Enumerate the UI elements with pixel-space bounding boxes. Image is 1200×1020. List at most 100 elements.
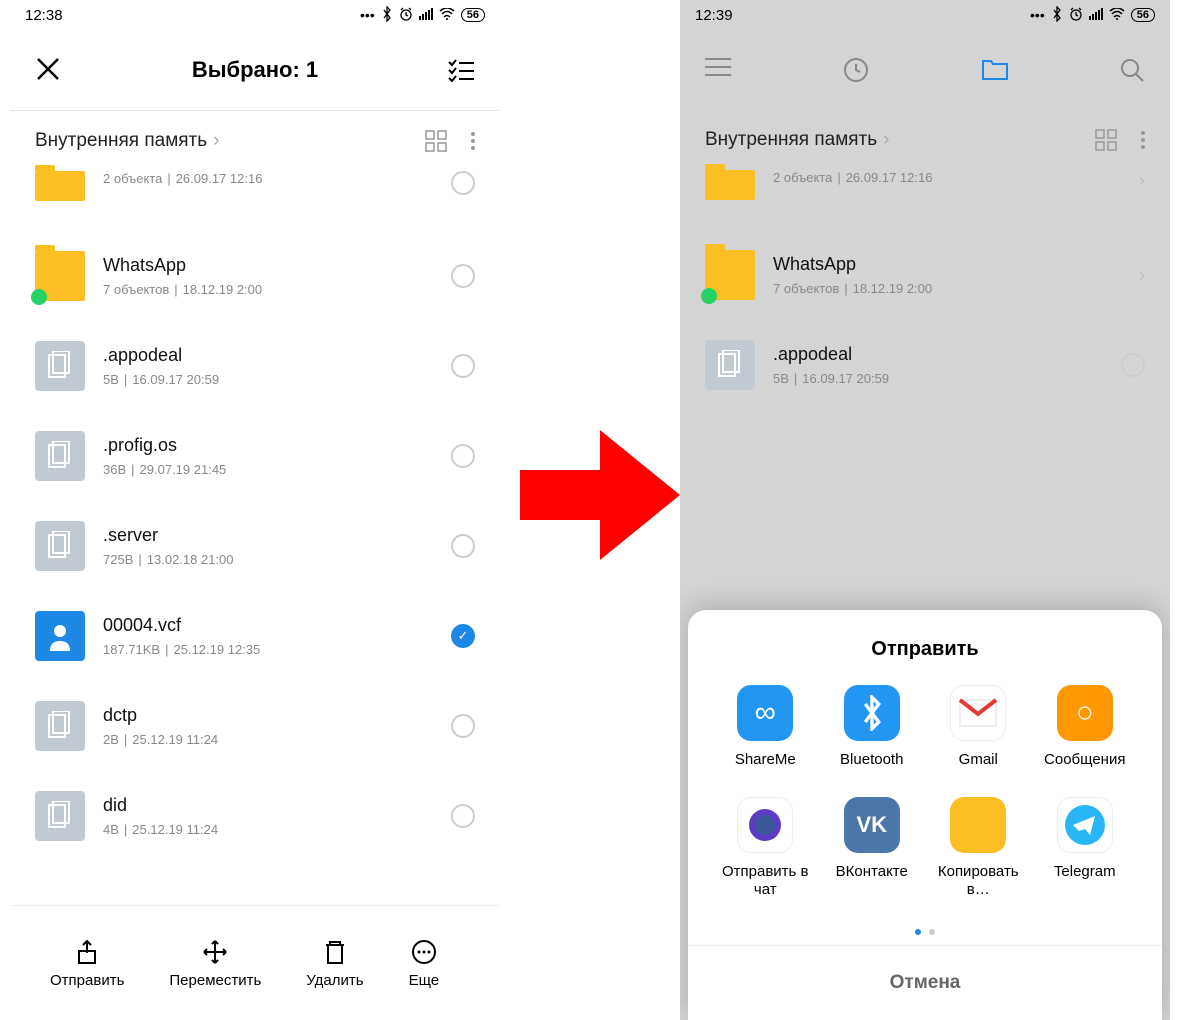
page-indicator: [688, 919, 1162, 945]
chevron-right-icon: ›: [883, 129, 889, 151]
file-name: did: [103, 795, 433, 816]
wifi-icon: [439, 7, 455, 23]
file-info: .server725B|13.02.18 21:00: [103, 525, 433, 567]
share-app[interactable]: ∞ShareMe: [712, 685, 819, 769]
file-info: .appodeal 5B|16.09.17 20:59: [103, 345, 433, 387]
file-info: .appodeal5B|16.09.17 20:59: [773, 344, 1103, 386]
file-meta: 7 объектов|18.12.19 2:00: [773, 281, 1121, 296]
file-row[interactable]: dctp 2B|25.12.19 11:24: [10, 681, 500, 771]
file-row[interactable]: .server725B|13.02.18 21:00: [10, 501, 500, 591]
action-delete[interactable]: Удалить: [306, 938, 363, 989]
file-row[interactable]: WhatsApp7 объектов|18.12.19 2:00›: [680, 230, 1170, 320]
file-list: 2 объекта|26.09.17 12:16› WhatsApp 7 объек…: [680, 170, 1170, 410]
file-row[interactable]: .appodeal 5B|16.09.17 20:59: [10, 321, 500, 411]
battery-icon: 56: [461, 8, 485, 22]
action-send[interactable]: Отправить: [50, 938, 124, 989]
breadcrumb: Внутренняя память ›: [10, 111, 500, 171]
checkbox[interactable]: [451, 171, 475, 195]
app-icon: [737, 797, 793, 853]
checkbox[interactable]: [1121, 353, 1145, 377]
app-label: Отправить в чат: [712, 863, 819, 899]
breadcrumb-path[interactable]: Внутренняя память ›: [705, 129, 889, 151]
checkbox[interactable]: [451, 804, 475, 828]
file-info: 00004.vcf187.71KB|25.12.19 12:35: [103, 615, 433, 657]
signal-icon: [1089, 7, 1103, 23]
more-icon: •••: [1030, 7, 1045, 23]
share-app[interactable]: Telegram: [1032, 797, 1139, 899]
file-info: dctp 2B|25.12.19 11:24: [103, 705, 433, 747]
breadcrumb-path[interactable]: Внутренняя память ›: [35, 130, 219, 152]
file-row[interactable]: did 4B|25.12.19 11:24: [10, 771, 500, 861]
file-info: WhatsApp7 объектов|18.12.19 2:00: [103, 255, 433, 297]
more-menu-icon[interactable]: [1141, 131, 1145, 149]
recent-icon[interactable]: [843, 57, 869, 83]
share-app[interactable]: Копировать в…: [925, 797, 1032, 899]
file-row[interactable]: WhatsApp7 объектов|18.12.19 2:00: [10, 231, 500, 321]
chevron-right-icon: ›: [1139, 170, 1145, 191]
app-label: ВКонтакте: [836, 863, 908, 881]
phone-left: 12:38 ••• 56 Выбрано: 1: [10, 0, 500, 1020]
app-icon: [950, 685, 1006, 741]
phone-right: 12:39 ••• 56 Внутренняя память ›: [680, 0, 1170, 1020]
share-app[interactable]: ○Сообщения: [1032, 685, 1139, 769]
file-name: WhatsApp: [773, 254, 1121, 275]
file-meta: 2 объекта|26.09.17 12:16: [103, 171, 433, 186]
file-info: 2 объекта|26.09.17 12:16: [103, 171, 433, 186]
view-grid-icon[interactable]: [425, 130, 447, 152]
action-label: Отправить: [50, 972, 124, 989]
checkbox[interactable]: [451, 534, 475, 558]
share-app[interactable]: Gmail: [925, 685, 1032, 769]
breadcrumb-label: Внутренняя память: [35, 130, 207, 152]
action-label: Переместить: [169, 972, 261, 989]
breadcrumb-label: Внутренняя память: [705, 129, 877, 151]
cancel-button[interactable]: Отмена: [688, 945, 1162, 1020]
app-icon: VK: [844, 797, 900, 853]
close-icon[interactable]: [35, 56, 63, 84]
file-meta: 4B|25.12.19 11:24: [103, 822, 433, 837]
trash-icon: [321, 938, 349, 966]
file-meta: 5B|16.09.17 20:59: [773, 371, 1103, 386]
app-label: Bluetooth: [840, 751, 903, 769]
file-name: dctp: [103, 705, 433, 726]
menu-icon[interactable]: [705, 57, 731, 83]
checkbox[interactable]: [451, 354, 475, 378]
file-row[interactable]: 2 объекта|26.09.17 12:16: [10, 171, 500, 231]
status-time: 12:39: [695, 7, 733, 24]
file-row[interactable]: .appodeal5B|16.09.17 20:59: [680, 320, 1170, 410]
checkbox[interactable]: [451, 264, 475, 288]
share-app[interactable]: Отправить в чат: [712, 797, 819, 899]
checkbox[interactable]: [451, 714, 475, 738]
file-info: did 4B|25.12.19 11:24: [103, 795, 433, 837]
action-move[interactable]: Переместить: [169, 938, 261, 989]
more-menu-icon[interactable]: [471, 132, 475, 150]
battery-icon: 56: [1131, 8, 1155, 22]
folder-tab-icon[interactable]: [981, 57, 1007, 83]
share-app[interactable]: Bluetooth: [819, 685, 926, 769]
search-icon[interactable]: [1119, 57, 1145, 83]
file-meta: 2B|25.12.19 11:24: [103, 732, 433, 747]
file-name: .appodeal: [103, 345, 433, 366]
file-row[interactable]: 00004.vcf187.71KB|25.12.19 12:35 ✓: [10, 591, 500, 681]
app-label: Сообщения: [1044, 751, 1125, 769]
file-meta: 187.71KB|25.12.19 12:35: [103, 642, 433, 657]
file-row[interactable]: 2 объекта|26.09.17 12:16›: [680, 170, 1170, 230]
share-app[interactable]: VK ВКонтакте: [819, 797, 926, 899]
arrow-icon: [520, 420, 680, 570]
app-icon: [950, 797, 1006, 853]
status-bar: 12:38 ••• 56: [10, 0, 500, 30]
file-list: 2 объекта|26.09.17 12:16 WhatsApp7 объект…: [10, 171, 500, 861]
checkbox[interactable]: [451, 444, 475, 468]
view-grid-icon[interactable]: [1095, 129, 1117, 151]
file-row[interactable]: .profig.os36B|29.07.19 21:45: [10, 411, 500, 501]
file-meta: 5B|16.09.17 20:59: [103, 372, 433, 387]
checkbox[interactable]: ✓: [451, 624, 475, 648]
select-all-icon[interactable]: [447, 58, 475, 82]
share-grid: ∞ShareMe Bluetooth Gmail○Сообщения Отправит…: [688, 685, 1162, 919]
signal-icon: [419, 7, 433, 23]
status-bar: 12:39 ••• 56: [680, 0, 1170, 30]
app-icon: [1057, 797, 1113, 853]
bluetooth-icon: [1051, 6, 1063, 25]
action-more[interactable]: Еще: [409, 938, 440, 989]
file-info: .profig.os36B|29.07.19 21:45: [103, 435, 433, 477]
status-icons: ••• 56: [1030, 6, 1155, 25]
